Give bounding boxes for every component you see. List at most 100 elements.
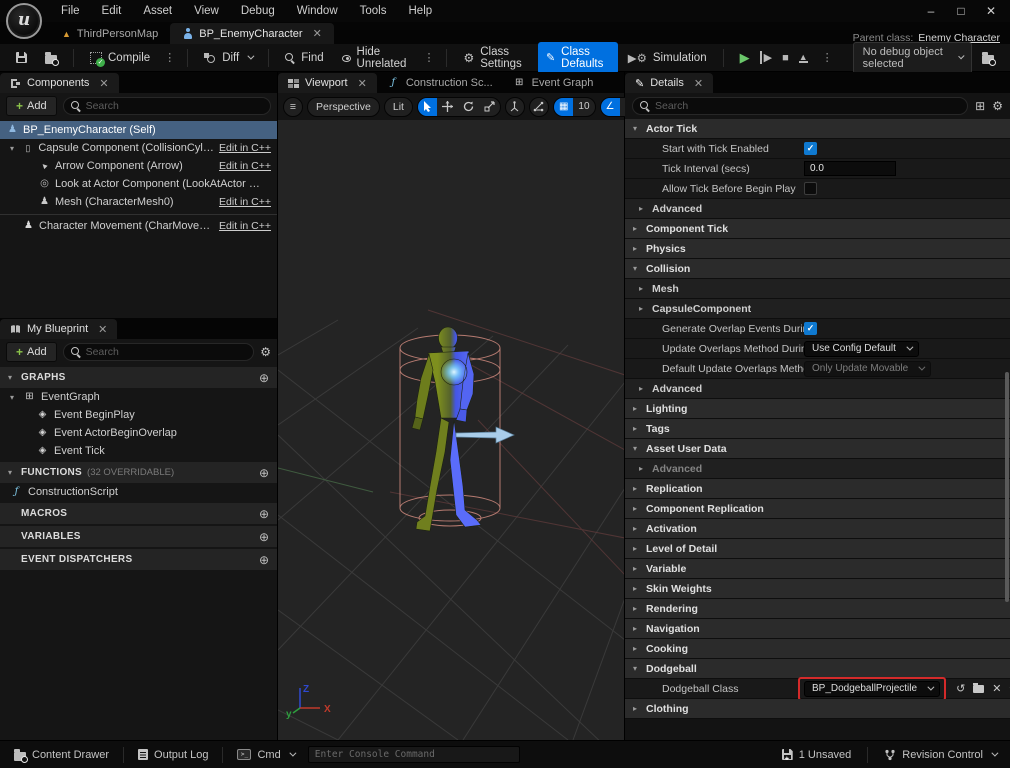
play-button[interactable]: ▶ (740, 50, 750, 66)
local-gizmo-button[interactable] (529, 97, 549, 117)
forward-arrow[interactable] (456, 427, 514, 443)
panel-close-icon[interactable]: ✕ (99, 77, 108, 90)
minimize-button[interactable]: – (918, 2, 944, 20)
viewport-menu-button[interactable]: ≡ (283, 97, 303, 117)
maximize-button[interactable]: □ (948, 2, 974, 20)
add-section-item-icon[interactable]: ⊕ (259, 507, 269, 521)
component-row[interactable]: ▾ Arrow Component (Arrow) Edit in C++ (0, 157, 277, 175)
details-row[interactable]: Actor Tick (625, 119, 1010, 139)
save-button[interactable] (8, 48, 35, 67)
add-section-item-icon[interactable]: ⊕ (259, 466, 269, 480)
revision-control-button[interactable]: Revision Control (878, 749, 1002, 761)
details-row[interactable]: Variable (625, 559, 1010, 579)
tab-construction-script[interactable]: Construction Sc... (377, 73, 503, 93)
add-blueprint-item-button[interactable]: + Add (6, 342, 57, 362)
details-row[interactable]: Cooking (625, 639, 1010, 659)
checkbox-unchecked[interactable] (804, 182, 817, 195)
enemy-character-mesh[interactable] (412, 327, 481, 531)
panel-close-icon[interactable]: ✕ (694, 77, 703, 90)
value-input[interactable]: 0.0 (804, 161, 896, 176)
close-button[interactable]: ✕ (978, 2, 1004, 20)
tab-event-graph[interactable]: Event Graph (503, 73, 604, 93)
tab-components[interactable]: Components ✕ (0, 73, 119, 93)
tab-viewport[interactable]: Viewport ✕ (278, 73, 377, 93)
display-filter-icon[interactable]: ⊞ (975, 99, 985, 113)
clear-icon[interactable]: ✕ (992, 682, 1001, 695)
details-row[interactable]: CapsuleComponent (625, 299, 1010, 319)
details-row[interactable]: Start with Tick Enabled ✓ (625, 139, 1010, 159)
details-row[interactable]: Skin Weights (625, 579, 1010, 599)
debug-browse-button[interactable] (974, 48, 1002, 68)
component-row[interactable]: ▾ Mesh (CharacterMesh0) Edit in C++ (0, 193, 277, 211)
blueprint-item[interactable]: ▾ ConstructionScript (0, 483, 277, 501)
details-row[interactable]: Level of Detail (625, 539, 1010, 559)
perspective-dropdown[interactable]: Perspective (307, 97, 380, 117)
blueprint-item[interactable]: ▾ EventGraph (0, 388, 277, 406)
details-row[interactable]: Replication (625, 479, 1010, 499)
grid-snap-value[interactable]: 10 (573, 98, 594, 116)
menu-asset[interactable]: Asset (132, 2, 183, 20)
tab-bp-enemycharacter[interactable]: BP_EnemyCharacter ✕ (170, 23, 334, 44)
stop-button[interactable]: ■ (782, 52, 789, 64)
tab-details[interactable]: ✎ Details ✕ (625, 73, 713, 93)
details-row[interactable]: Activation (625, 519, 1010, 539)
select-tool-button[interactable] (418, 98, 437, 116)
details-scrollbar[interactable] (1005, 372, 1009, 602)
blueprint-item[interactable]: ▾ Event ActorBeginOverlap (0, 424, 277, 442)
blueprint-section-header[interactable]: MACROS ⊕ (0, 503, 277, 524)
menu-file[interactable]: File (50, 2, 91, 20)
menu-edit[interactable]: Edit (91, 2, 133, 20)
details-row[interactable]: Component Replication (625, 499, 1010, 519)
details-row[interactable]: Default Update Overlaps Method... Only U… (625, 359, 1010, 379)
details-row[interactable]: Generate Overlap Events During L... ✓ (625, 319, 1010, 339)
component-row[interactable]: ▾ Character Movement (CharMoveComp) Edit… (0, 214, 277, 235)
expander-icon[interactable]: ▾ (10, 393, 18, 402)
details-row[interactable]: Update Overlaps Method During L... Use C… (625, 339, 1010, 359)
details-search-input[interactable] (655, 100, 960, 112)
menu-debug[interactable]: Debug (230, 2, 286, 20)
compile-button[interactable]: Compile (82, 48, 158, 68)
filter-gear-icon[interactable]: ⚙ (260, 345, 271, 359)
add-section-item-icon[interactable]: ⊕ (259, 371, 269, 385)
add-section-item-icon[interactable]: ⊕ (259, 530, 269, 544)
details-row[interactable]: Component Tick (625, 219, 1010, 239)
panel-close-icon[interactable]: ✕ (358, 77, 367, 90)
blueprint-section-header[interactable]: EVENT DISPATCHERS ⊕ (0, 549, 277, 570)
hide-unrelated-options-button[interactable]: ⋮ (419, 51, 438, 64)
details-row[interactable]: Advanced (625, 379, 1010, 399)
unsaved-button[interactable]: 1 Unsaved (776, 749, 858, 761)
content-drawer-button[interactable]: Content Drawer (8, 749, 115, 761)
edit-in-cpp-link[interactable]: Edit in C++ (219, 196, 273, 208)
value-dropdown[interactable]: Only Update Movable (804, 361, 931, 377)
blueprint-section-header[interactable]: ▾ FUNCTIONS (32 OVERRIDABLE) ⊕ (0, 462, 277, 483)
expander-icon[interactable]: ▾ (10, 144, 17, 153)
details-row[interactable]: Lighting (625, 399, 1010, 419)
details-row[interactable]: Allow Tick Before Begin Play (625, 179, 1010, 199)
class-picker-dropdown[interactable]: BP_DodgeballProjectile (804, 681, 940, 697)
components-search-input[interactable] (86, 100, 263, 112)
browse-asset-button[interactable] (37, 48, 65, 68)
output-log-button[interactable]: Output Log (132, 749, 214, 761)
menu-window[interactable]: Window (286, 2, 349, 20)
blueprint-section-header[interactable]: VARIABLES ⊕ (0, 526, 277, 547)
cmd-dropdown[interactable]: >_ Cmd (231, 749, 299, 761)
debug-object-dropdown[interactable]: No debug object selected (853, 42, 972, 74)
details-row[interactable]: Tick Interval (secs) 0.0 (625, 159, 1010, 179)
component-row[interactable]: ▾ Capsule Component (CollisionCylinder) … (0, 139, 277, 157)
edit-in-cpp-link[interactable]: Edit in C++ (219, 160, 273, 172)
play-options-button[interactable]: ⋮ (818, 51, 837, 64)
angle-snap-button[interactable]: ∠ (601, 98, 620, 116)
menu-view[interactable]: View (183, 2, 230, 20)
details-row[interactable]: Tags (625, 419, 1010, 439)
frame-skip-button[interactable]: ▶ (760, 51, 772, 64)
use-selected-asset-icon[interactable]: ↺ (956, 682, 965, 695)
tab-thirdpersonmap[interactable]: ▲ ThirdPersonMap (50, 23, 170, 44)
menu-tools[interactable]: Tools (349, 2, 398, 20)
unreal-logo-icon[interactable]: u (6, 3, 42, 39)
find-button[interactable]: Find (277, 48, 331, 68)
class-settings-button[interactable]: ⚙ Class Settings (455, 42, 535, 74)
details-row[interactable]: Clothing (625, 699, 1010, 719)
details-row[interactable]: Physics (625, 239, 1010, 259)
add-section-item-icon[interactable]: ⊕ (259, 553, 269, 567)
edit-in-cpp-link[interactable]: Edit in C++ (219, 220, 273, 232)
